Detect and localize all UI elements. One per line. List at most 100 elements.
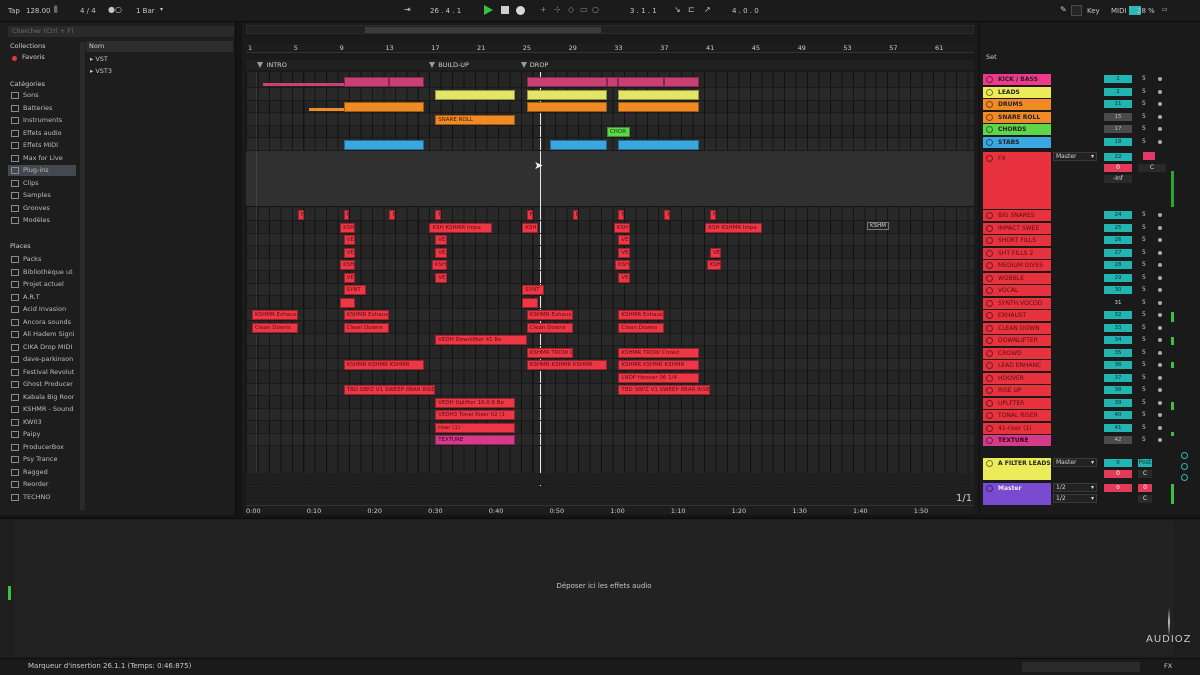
- place-item[interactable]: Acid Invasion: [8, 304, 76, 315]
- arrangement-clip[interactable]: [618, 139, 699, 150]
- track-header-sub[interactable]: HOOVER: [983, 372, 1051, 384]
- track-arm-dot[interactable]: [1158, 313, 1162, 317]
- track-solo-send[interactable]: 5: [1142, 286, 1146, 293]
- place-item[interactable]: Ghost Producer: [8, 379, 76, 390]
- group-fold-icon[interactable]: [986, 113, 993, 121]
- arrangement-clip[interactable]: VEDH Uplifter 16.0.8 Be: [435, 397, 516, 408]
- arrangement-clip[interactable]: [526, 102, 607, 112]
- punch-in-icon[interactable]: ↘: [674, 6, 681, 14]
- track-solo-send[interactable]: 5: [1142, 125, 1146, 132]
- follow-icon[interactable]: ⇥: [404, 6, 411, 14]
- track-activator-icon[interactable]: [986, 262, 993, 269]
- category-drums[interactable]: Batteries: [8, 103, 76, 114]
- track-number-box[interactable]: 36: [1104, 361, 1132, 369]
- category-midi-effects[interactable]: Effets MIDI: [8, 140, 76, 151]
- category-sounds[interactable]: Sons: [8, 90, 76, 101]
- overview-selection[interactable]: [365, 27, 601, 33]
- place-item[interactable]: CIKA Drop MIDI: [8, 342, 76, 353]
- arrangement-clip[interactable]: F: [297, 210, 304, 220]
- arrangement-clip[interactable]: KSHMR KSHMR KSHMR: [618, 360, 699, 370]
- arrangement-clip[interactable]: KSHMR KSHMR KSHMR: [526, 360, 607, 370]
- category-instruments[interactable]: Instruments: [8, 115, 76, 126]
- track-lane[interactable]: [246, 259, 974, 272]
- return-send-knob[interactable]: [1181, 463, 1188, 470]
- loop-length-field[interactable]: 4 . 0 . 0: [732, 7, 759, 15]
- track-arm-dot[interactable]: [1158, 263, 1162, 267]
- arrangement-clip[interactable]: SNARE ROLL: [435, 114, 516, 125]
- track-lane[interactable]: [246, 247, 974, 259]
- quantize-menu[interactable]: 1 Bar: [136, 7, 155, 15]
- track-lane[interactable]: [246, 89, 974, 101]
- time-signature-field[interactable]: 4 / 4: [80, 7, 96, 15]
- arrangement-clip[interactable]: [340, 297, 356, 308]
- arrangement-clip[interactable]: F: [618, 210, 625, 220]
- time-ruler[interactable]: 0:00 0:10 0:20 0:30 0:40 0:50 1:00 1:10 1:20 1:30…: [246, 505, 974, 515]
- category-plugins[interactable]: Plug-ins: [8, 165, 76, 176]
- track-arm-dot[interactable]: [1158, 425, 1162, 430]
- track-arm-dot[interactable]: [1158, 388, 1162, 392]
- arrangement-clip[interactable]: F: [389, 210, 396, 220]
- track-number-box[interactable]: 40: [1104, 411, 1132, 419]
- track-solo-send[interactable]: 5: [1142, 374, 1146, 381]
- track-arm-dot[interactable]: [1158, 338, 1162, 342]
- arrangement-clip[interactable]: CHOR: [606, 127, 630, 137]
- place-item[interactable]: Ragged: [8, 467, 76, 478]
- place-item[interactable]: A.R.T: [8, 292, 76, 303]
- group-fold-icon[interactable]: [986, 76, 993, 83]
- place-item[interactable]: Ali Hadem Signi: [8, 329, 76, 340]
- place-item[interactable]: dave-parkinson: [8, 354, 76, 365]
- track-lane[interactable]: [246, 222, 974, 234]
- capture-midi-icon[interactable]: ▭: [580, 6, 588, 14]
- folder-vst3[interactable]: ▸ VST3: [90, 67, 112, 75]
- track-arm-dot[interactable]: [1158, 225, 1162, 230]
- track-arm-dot[interactable]: [1158, 375, 1162, 380]
- track-activator-icon[interactable]: [986, 287, 993, 294]
- arrangement-clip[interactable]: VE: [618, 247, 630, 258]
- track-lane[interactable]: [246, 397, 974, 409]
- track-solo-send[interactable]: 5: [1142, 113, 1146, 120]
- master-center-box[interactable]: C: [1138, 495, 1152, 503]
- place-item[interactable]: Paipy: [8, 429, 76, 440]
- track-number-box[interactable]: 38: [1104, 386, 1132, 394]
- arrangement-clip[interactable]: VE: [343, 272, 356, 283]
- arrangement-clip[interactable]: KSH: [431, 260, 447, 270]
- arrangement-clip[interactable]: [389, 77, 424, 87]
- arrangement-clip[interactable]: [526, 89, 607, 100]
- arrangement-clip[interactable]: SYNT: [343, 285, 367, 295]
- track-header-sub[interactable]: BIG SNARES: [983, 210, 1051, 221]
- track-header-stabs[interactable]: STABS: [983, 136, 1051, 148]
- track-lane[interactable]: [246, 297, 974, 309]
- arrangement-clip[interactable]: Clean Downs: [526, 322, 573, 333]
- track-arm-dot[interactable]: [1158, 213, 1162, 217]
- track-arm-dot[interactable]: [1158, 275, 1162, 280]
- arrangement-clip[interactable]: VE: [618, 272, 630, 283]
- track-arm-dot[interactable]: [1158, 400, 1162, 405]
- track-header-kick-bass[interactable]: KICK / BASS: [983, 74, 1051, 85]
- key-map-toggle[interactable]: [1071, 5, 1082, 16]
- master-track-header[interactable]: Master: [983, 483, 1051, 505]
- track-activator-icon[interactable]: [986, 274, 993, 282]
- fx-pan-box[interactable]: 0: [1104, 164, 1132, 172]
- arrangement-clip[interactable]: VE: [435, 235, 447, 245]
- track-header-sub[interactable]: SHORT FILLS: [983, 235, 1051, 246]
- favorites-item[interactable]: Favoris: [22, 53, 45, 61]
- place-item[interactable]: KW03: [8, 417, 76, 428]
- arrangement-clip[interactable]: KSH: [340, 260, 356, 270]
- arrangement-clip[interactable]: TBD SBPZ V1 SWEEP 8BAR RISE: [618, 385, 710, 395]
- arrangement-clip[interactable]: TEXTURE: [435, 435, 516, 445]
- track-activator-icon[interactable]: [986, 237, 993, 244]
- track-lane[interactable]: [246, 334, 974, 347]
- category-audio-effects[interactable]: Effets audio: [8, 128, 76, 139]
- track-solo-send[interactable]: 5: [1142, 411, 1146, 418]
- place-item[interactable]: Festival Revolut: [8, 367, 76, 378]
- track-header-sub[interactable]: VOCAL: [983, 285, 1051, 296]
- arrangement-clip[interactable]: TBD SBPZ V1 SWEEP 8BAR RISE: [343, 385, 436, 395]
- arrangement-clip[interactable]: KSHMR KSHMR KSHMR: [343, 360, 424, 370]
- arrangement-clip[interactable]: KSHMR TROW Crowd: [618, 347, 699, 358]
- track-arm-dot[interactable]: [1158, 139, 1162, 144]
- track-solo-send[interactable]: 5: [1142, 138, 1146, 145]
- group-fold-icon[interactable]: [986, 101, 993, 108]
- place-item[interactable]: KSHMR - Sound: [8, 404, 76, 415]
- arrangement-clip[interactable]: F: [526, 210, 533, 220]
- group-fold-icon[interactable]: [986, 155, 993, 162]
